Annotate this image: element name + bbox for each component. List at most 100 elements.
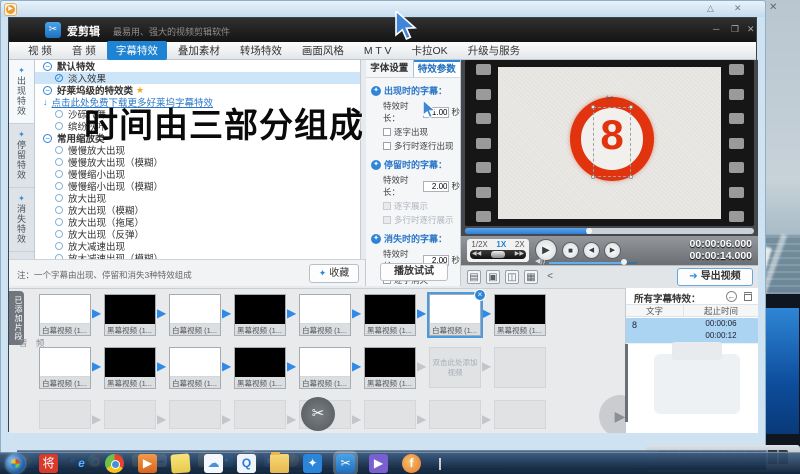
checkbox-icon[interactable] (383, 128, 391, 136)
transition-arrow-icon[interactable]: ▶ (92, 412, 104, 426)
transition-arrow-icon[interactable]: ▶ (157, 306, 169, 320)
undo-icon[interactable]: ← (726, 291, 737, 302)
playback-progress-bar[interactable] (465, 228, 754, 234)
add-video-placeholder[interactable]: 双击此处添加视频 (429, 347, 481, 388)
play-try-button[interactable]: 播放试试 (380, 263, 448, 281)
taskbar-icon-app-jiang[interactable]: 将 (39, 454, 58, 473)
taskbar-icon-aijianji[interactable]: ✂ (336, 454, 355, 473)
split-clip-button[interactable]: ✂ (301, 397, 335, 431)
menu-tab-2[interactable]: 字幕特效 (106, 41, 167, 60)
menu-tab-3[interactable]: 叠加素材 (169, 41, 229, 60)
timeline-clip[interactable]: 黑幕视频 (1... (104, 294, 156, 336)
taskbar-icon-folder[interactable] (270, 452, 289, 473)
save-icon[interactable]: ▤ (467, 270, 481, 284)
taskbar-icon-fengxing[interactable]: ▶ (369, 454, 388, 473)
menu-tab-4[interactable]: 转场特效 (231, 41, 291, 60)
transition-arrow-icon[interactable]: ▶ (417, 306, 429, 320)
menu-tab-1[interactable]: 音 频 (63, 41, 105, 60)
params-tab-1[interactable]: 特效参数 (413, 60, 460, 77)
timeline-clip[interactable]: 白幕视频 (1... (169, 294, 221, 336)
transition-arrow-icon[interactable]: ▶ (482, 306, 494, 320)
stop-button[interactable]: ■ (562, 242, 579, 259)
taskbar-icon-qq[interactable]: Q (237, 454, 256, 473)
taskbar-icon-sticky-notes[interactable] (170, 453, 191, 474)
speed-option-2[interactable]: 2X (515, 240, 525, 249)
transition-arrow-icon[interactable]: ▶ (287, 359, 299, 373)
taskbar-icon-thunder[interactable]: ✦ (303, 454, 322, 473)
timeline-clip[interactable]: 黑幕视频 (1... (364, 294, 416, 336)
prev-frame-button[interactable]: ◀ (583, 242, 600, 259)
transition-arrow-icon[interactable]: ▶ (157, 412, 169, 426)
transition-arrow-icon[interactable]: ▶ (287, 412, 299, 426)
subtitle-selection-box[interactable] (591, 105, 633, 179)
transition-arrow-icon[interactable]: ▶ (222, 306, 234, 320)
timeline-clip[interactable]: 白幕视频 (1... (299, 294, 351, 336)
effect-row-16[interactable]: 放大减速出现（模糊） (35, 252, 360, 259)
taskbar-icon-cloud-browser[interactable]: ☁ (204, 454, 223, 473)
player-close-icon[interactable]: ✕ (734, 3, 742, 14)
transition-arrow-icon[interactable]: ▶ (352, 359, 364, 373)
selection-scissors-icon[interactable]: ✂ (606, 93, 614, 104)
close-icon[interactable]: ✕ (747, 24, 755, 35)
timeline-clip[interactable]: 黑幕视频 (1... (234, 294, 286, 336)
param-check-0-0[interactable]: 逐字出现 (383, 126, 460, 138)
sidebar-tab-2[interactable]: ✦ 消失特效 (9, 188, 34, 252)
transition-arrow-icon[interactable]: ▶ (222, 359, 234, 373)
transition-arrow-icon[interactable]: ▶ (157, 359, 169, 373)
timeline-clip[interactable]: 黑幕视频 (1... (364, 347, 416, 389)
timeline-clip[interactable]: 黑幕视频 (1... (104, 347, 156, 389)
transition-arrow-icon[interactable]: ▶ (417, 412, 429, 426)
timeline-clip[interactable]: 白幕视频 (1... (169, 347, 221, 389)
speed-option-0[interactable]: 1/2X (471, 240, 487, 249)
checkbox-icon[interactable] (383, 142, 391, 150)
transition-arrow-icon[interactable]: ▶ (352, 306, 364, 320)
param-check-0-1[interactable]: 多行时逐行出现 (383, 140, 460, 152)
subtitle-row-0[interactable]: 8 00:00:06 00:00:12 (626, 318, 758, 344)
open-folder-icon[interactable]: ▣ (486, 270, 500, 284)
settings-icon[interactable]: ▦ (524, 270, 538, 284)
restore-icon[interactable]: ❐ (731, 24, 739, 35)
trash-icon[interactable] (744, 292, 752, 301)
transition-arrow-icon[interactable]: ▶ (92, 359, 104, 373)
share-icon[interactable]: < (543, 270, 557, 284)
taskbar-icon-chrome[interactable] (105, 454, 124, 473)
menu-tab-5[interactable]: 画面风格 (293, 41, 353, 60)
timeline-clip[interactable]: 白幕视频 (1... × (427, 289, 486, 338)
transition-arrow-icon[interactable]: ▶ (92, 306, 104, 320)
player-minimize-icon[interactable]: △ (707, 3, 714, 14)
timeline-clip[interactable]: 白幕视频 (1... (39, 347, 91, 389)
timeline-clip[interactable]: 黑幕视频 (1... (234, 347, 286, 389)
transition-arrow-icon[interactable]: ▶ (287, 306, 299, 320)
params-tab-0[interactable]: 字体设置 (366, 60, 414, 77)
minimize-icon[interactable]: ─ (713, 24, 719, 34)
desktop-close-icon[interactable]: ✕ (769, 2, 777, 13)
taskbar-icon-media-player[interactable]: ▶ (138, 454, 157, 473)
favorite-button[interactable]: ✦ 收藏 (309, 264, 359, 283)
jog-shuttle[interactable]: ◀◀ ▶▶ (470, 250, 526, 259)
duration-input-1[interactable] (423, 180, 450, 192)
snapshot-icon[interactable]: ◫ (505, 270, 519, 284)
menu-tab-6[interactable]: M T V (355, 43, 401, 59)
menu-tab-0[interactable]: 视 频 (19, 41, 61, 60)
sidebar-tab-0[interactable]: ✦ 出现特效 (9, 60, 34, 124)
timeline-action-button[interactable]: ▶ (599, 395, 625, 433)
taskbar-icon-start-orb[interactable] (6, 454, 25, 473)
next-frame-button[interactable]: ▶ (604, 242, 621, 259)
menu-tab-7[interactable]: 卡拉OK (402, 41, 456, 60)
speed-option-1[interactable]: 1X (496, 240, 506, 249)
timeline-clip[interactable]: 黑幕视频 (1... (494, 294, 546, 336)
transition-arrow-icon[interactable]: ▶ (482, 359, 494, 373)
sidebar-tab-1[interactable]: ✦ 停留特效 (9, 124, 34, 188)
transition-arrow-icon[interactable]: ▶ (482, 412, 494, 426)
transition-arrow-icon[interactable]: ▶ (417, 359, 429, 373)
transition-arrow-icon[interactable]: ▶ (222, 412, 234, 426)
timeline-clip[interactable]: 白幕视频 (1... (299, 347, 351, 389)
export-video-button[interactable]: ➔ 导出视频 (677, 268, 753, 286)
taskbar-icon-internet-explorer[interactable]: e (72, 454, 91, 473)
menu-tab-8[interactable]: 升级与服务 (459, 41, 530, 60)
video-frame[interactable]: 8 ✂ (498, 67, 721, 219)
timeline-clip[interactable]: 白幕视频 (1... (39, 294, 91, 336)
transition-arrow-icon[interactable]: ▶ (352, 412, 364, 426)
player-play-icon[interactable]: ▶ (4, 3, 17, 16)
taskbar-icon-firefox[interactable]: f (402, 454, 421, 473)
